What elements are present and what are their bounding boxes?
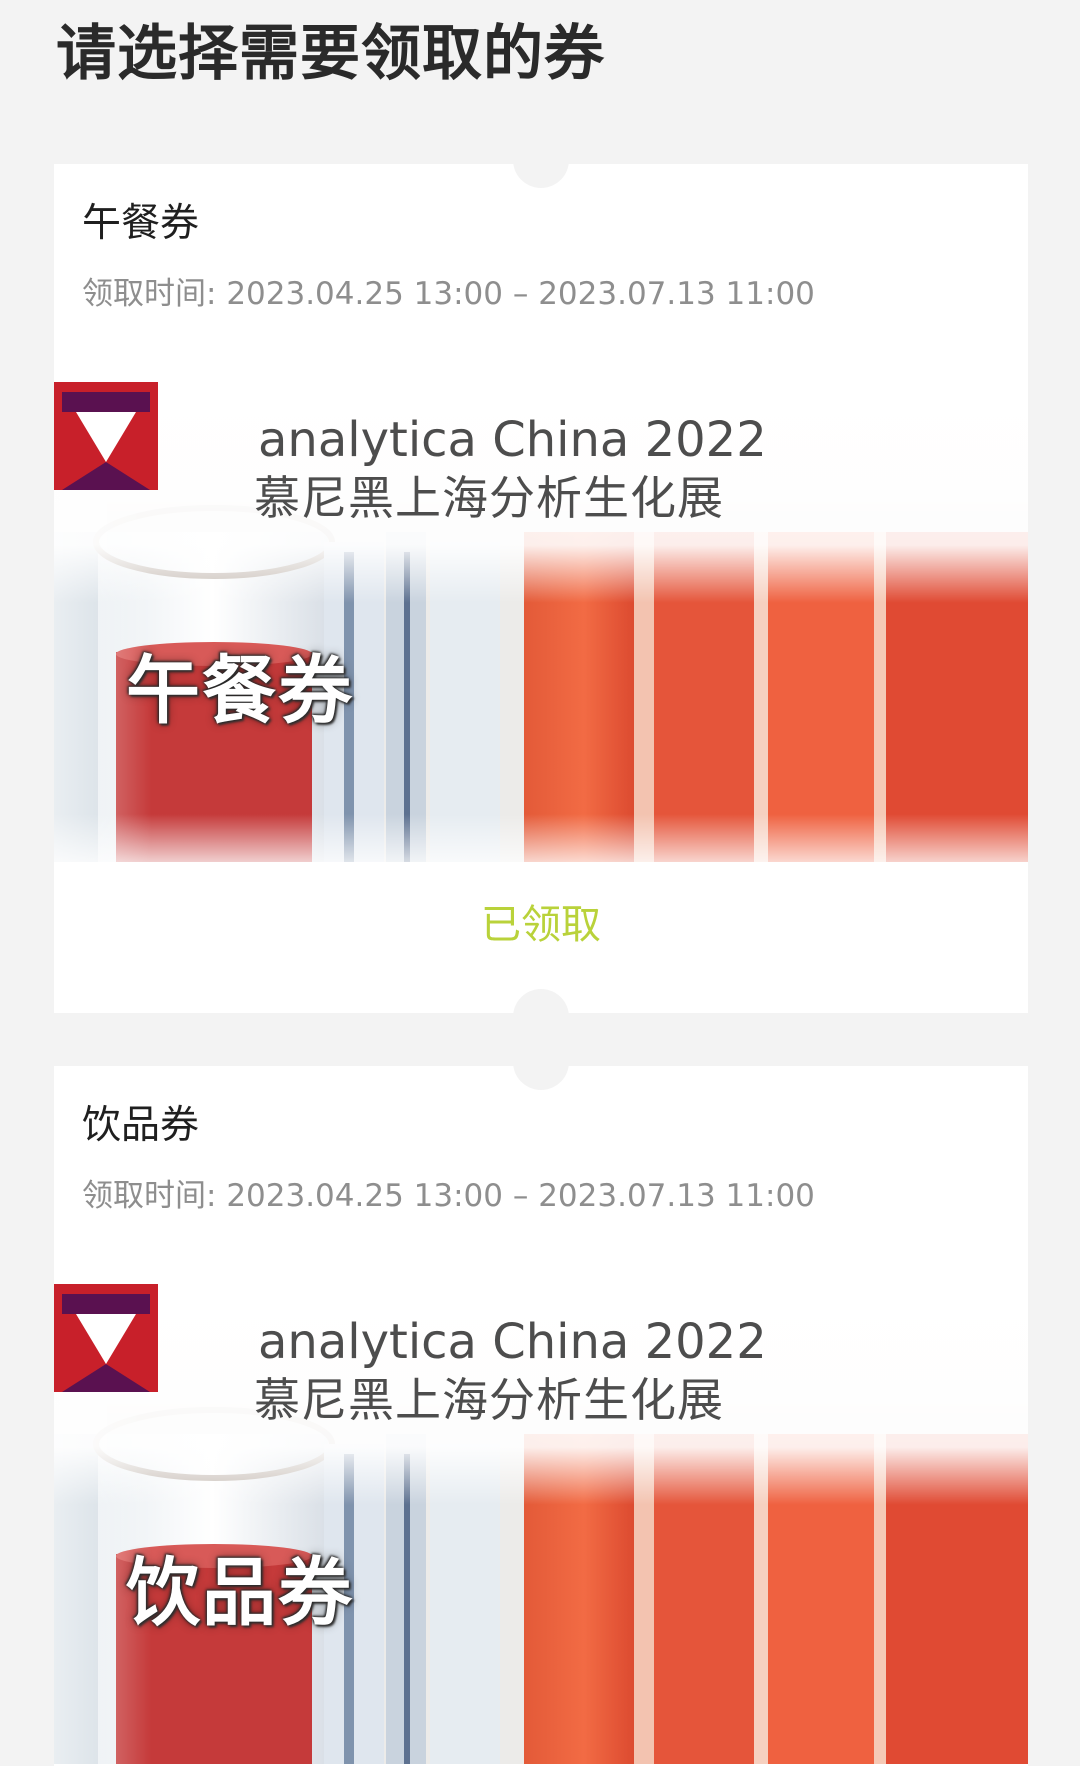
validity-label: 领取时间:	[82, 276, 227, 312]
analytica-logo-icon	[54, 382, 158, 490]
validity-range: 2023.04.25 13:00 – 2023.07.13 11:00	[226, 276, 815, 312]
brand-name-en: analytica China 2022	[258, 1314, 767, 1370]
brand-name-cn: 慕尼黑上海分析生化展	[254, 1373, 724, 1427]
coupon-banner-image: analytica China 2022 慕尼黑上海分析生化展 午餐券	[54, 382, 1028, 862]
coupon-name: 午餐券	[82, 201, 200, 246]
coupon-card-lunch[interactable]: 午餐券 领取时间: 2023.04.25 13:00 – 2023.07.13 …	[54, 164, 1028, 1013]
coupon-banner-label: 饮品券	[126, 1550, 354, 1636]
claim-status: 已领取	[481, 902, 601, 948]
coupon-banner-image: analytica China 2022 慕尼黑上海分析生化展 饮品券	[54, 1284, 1028, 1764]
coupon-banner-label: 午餐券	[126, 648, 354, 734]
coupon-card-drink[interactable]: 饮品券 领取时间: 2023.04.25 13:00 – 2023.07.13 …	[54, 1066, 1028, 1766]
ticket-notch	[513, 164, 569, 188]
ticket-notch	[513, 1066, 569, 1090]
page-title: 请选择需要领取的券	[56, 19, 605, 89]
brand-name-en: analytica China 2022	[258, 412, 767, 468]
validity-period: 领取时间: 2023.04.25 13:00 – 2023.07.13 11:0…	[82, 274, 815, 314]
validity-range: 2023.04.25 13:00 – 2023.07.13 11:00	[226, 1178, 815, 1214]
validity-label: 领取时间:	[82, 1178, 227, 1214]
brand-name-cn: 慕尼黑上海分析生化展	[254, 471, 724, 525]
coupon-name: 饮品券	[82, 1103, 200, 1148]
ticket-notch	[513, 989, 569, 1013]
validity-period: 领取时间: 2023.04.25 13:00 – 2023.07.13 11:0…	[82, 1176, 815, 1216]
analytica-logo-icon	[54, 1284, 158, 1392]
